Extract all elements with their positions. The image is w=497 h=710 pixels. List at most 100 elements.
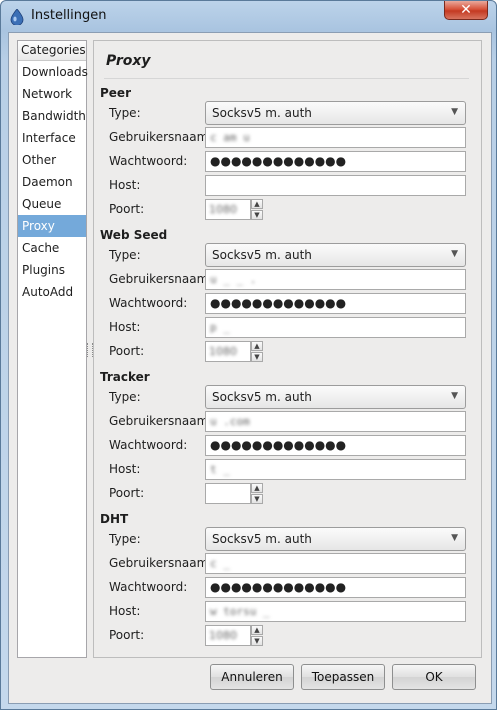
spin-down-icon[interactable]: ▼ [251, 494, 263, 504]
web-seed-username-field[interactable]: u _ _ . [205, 269, 466, 290]
peer-type-value: Socksv5 m. auth [212, 106, 312, 120]
tracker-password-field[interactable]: ●●●●●●●●●●●●● [205, 435, 466, 456]
peer-type-select[interactable]: Socksv5 m. auth ▼ [205, 101, 466, 125]
dropdown-arrow-icon: ▼ [451, 391, 458, 401]
type-label: Type: [109, 390, 141, 404]
cancel-button[interactable]: Annuleren [210, 664, 294, 690]
tracker-username-value: u .com [210, 415, 250, 428]
password-label: Wachtwoord: [109, 296, 188, 310]
port-label: Poort: [109, 628, 145, 642]
web-seed-type-select[interactable]: Socksv5 m. auth ▼ [205, 243, 466, 267]
web-seed-password-value: ●●●●●●●●●●●●● [210, 296, 347, 310]
category-network[interactable]: Network [18, 83, 86, 105]
tracker-host-field[interactable]: t _ [205, 459, 466, 480]
tracker-type-select[interactable]: Socksv5 m. auth ▼ [205, 385, 466, 409]
title-divider [104, 78, 469, 79]
host-label: Host: [109, 178, 141, 192]
peer-password-field[interactable]: ●●●●●●●●●●●●● [205, 151, 466, 172]
peer-port-field[interactable]: 1080 [205, 199, 251, 220]
section-title-tracker: Tracker [100, 370, 150, 384]
dropdown-arrow-icon: ▼ [451, 249, 458, 259]
apply-button[interactable]: Toepassen [301, 664, 385, 690]
dht-password-field[interactable]: ●●●●●●●●●●●●● [205, 577, 466, 598]
category-interface[interactable]: Interface [18, 127, 86, 149]
window-title: Instellingen [31, 8, 107, 23]
dht-type-value: Socksv5 m. auth [212, 532, 312, 546]
port-label: Poort: [109, 486, 145, 500]
dialog-body: Categories Downloads Network Bandwidth I… [8, 32, 492, 704]
category-cache[interactable]: Cache [18, 237, 86, 259]
dht-port-field[interactable]: 1080 [205, 625, 251, 646]
peer-username-value: c am u [210, 131, 250, 144]
peer-host-field[interactable] [205, 175, 466, 196]
dht-type-select[interactable]: Socksv5 m. auth ▼ [205, 527, 466, 551]
host-label: Host: [109, 462, 141, 476]
page-title: Proxy [106, 53, 151, 69]
peer-username-field[interactable]: c am u [205, 127, 466, 148]
category-bandwidth[interactable]: Bandwidth [18, 105, 86, 127]
category-downloads[interactable]: Downloads [18, 61, 88, 83]
category-plugins[interactable]: Plugins [18, 259, 86, 281]
web-seed-username-value: u _ _ . [210, 273, 257, 286]
tracker-type-value: Socksv5 m. auth [212, 390, 312, 404]
type-label: Type: [109, 106, 141, 120]
category-proxy[interactable]: Proxy [18, 215, 86, 237]
section-title-dht: DHT [100, 512, 129, 526]
title-bar[interactable]: Instellingen ✕ [1, 1, 496, 31]
password-label: Wachtwoord: [109, 438, 188, 452]
username-label: Gebruikersnaam: [109, 272, 213, 286]
spin-up-icon[interactable]: ▲ [251, 625, 263, 635]
close-icon: ✕ [460, 2, 472, 18]
ok-button[interactable]: OK [392, 664, 476, 690]
dht-port-value: 1080 [209, 629, 237, 642]
password-label: Wachtwoord: [109, 154, 188, 168]
type-label: Type: [109, 532, 141, 546]
peer-port-spinner[interactable]: 1080 ▲ ▼ [205, 199, 263, 220]
category-other[interactable]: Other [18, 149, 86, 171]
spin-up-icon[interactable]: ▲ [251, 341, 263, 351]
host-label: Host: [109, 320, 141, 334]
category-queue[interactable]: Queue [18, 193, 86, 215]
spin-up-icon[interactable]: ▲ [251, 483, 263, 493]
web-seed-port-value: 1080 [209, 345, 237, 358]
web-seed-host-field[interactable]: p _ [205, 317, 466, 338]
preferences-window: Instellingen ✕ Categories Downloads Netw… [0, 0, 497, 710]
spin-up-icon[interactable]: ▲ [251, 199, 263, 209]
type-label: Type: [109, 248, 141, 262]
proxy-settings-panel: Proxy Peer Type: Socksv5 m. auth ▼ Gebru… [93, 40, 482, 658]
deluge-drop-icon [10, 9, 24, 25]
tracker-port-spinner[interactable]: ▲ ▼ [205, 483, 263, 504]
close-button[interactable]: ✕ [444, 1, 488, 20]
dht-host-value: w torsu _ [210, 605, 270, 618]
dropdown-arrow-icon: ▼ [451, 533, 458, 543]
dht-username-value: c _ [210, 557, 230, 570]
dht-username-field[interactable]: c _ [205, 553, 466, 574]
tracker-username-field[interactable]: u .com [205, 411, 466, 432]
web-seed-password-field[interactable]: ●●●●●●●●●●●●● [205, 293, 466, 314]
web-seed-type-value: Socksv5 m. auth [212, 248, 312, 262]
spin-down-icon[interactable]: ▼ [251, 636, 263, 646]
categories-list: Categories Downloads Network Bandwidth I… [17, 40, 88, 658]
dht-password-value: ●●●●●●●●●●●●● [210, 580, 347, 594]
username-label: Gebruikersnaam: [109, 556, 213, 570]
host-label: Host: [109, 604, 141, 618]
port-label: Poort: [109, 202, 145, 216]
port-label: Poort: [109, 344, 145, 358]
tracker-port-field[interactable] [205, 483, 251, 504]
dropdown-arrow-icon: ▼ [451, 107, 458, 117]
spin-down-icon[interactable]: ▼ [251, 352, 263, 362]
web-seed-port-field[interactable]: 1080 [205, 341, 251, 362]
categories-header[interactable]: Categories [18, 41, 86, 61]
peer-password-value: ●●●●●●●●●●●●● [210, 154, 347, 168]
category-daemon[interactable]: Daemon [18, 171, 86, 193]
spin-down-icon[interactable]: ▼ [251, 210, 263, 220]
web-seed-port-spinner[interactable]: 1080 ▲ ▼ [205, 341, 263, 362]
section-title-web-seed: Web Seed [100, 228, 168, 242]
dht-host-field[interactable]: w torsu _ [205, 601, 466, 622]
category-autoadd[interactable]: AutoAdd [18, 281, 86, 303]
username-label: Gebruikersnaam: [109, 130, 213, 144]
peer-port-value: 1080 [209, 203, 237, 216]
dht-port-spinner[interactable]: 1080 ▲ ▼ [205, 625, 263, 646]
tracker-host-value: t _ [210, 463, 230, 476]
username-label: Gebruikersnaam: [109, 414, 213, 428]
